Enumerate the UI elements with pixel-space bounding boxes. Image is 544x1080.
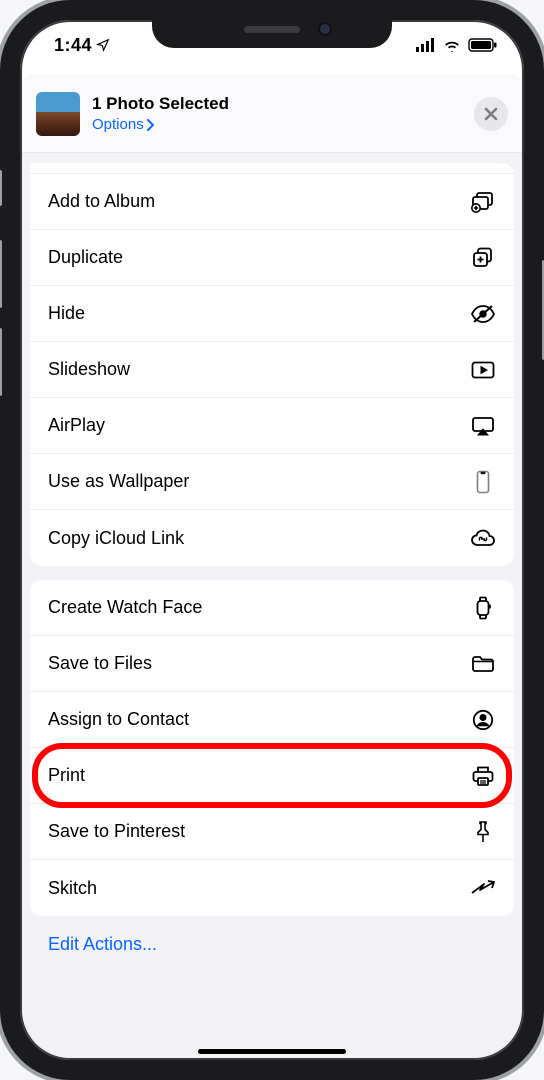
volume-down-button [0, 328, 2, 396]
actions-scroll[interactable]: Add to Album Duplicate H [20, 153, 524, 1060]
action-skitch[interactable]: Skitch [30, 860, 514, 916]
phone-device: 1:44 [0, 0, 544, 1080]
action-label: AirPlay [48, 415, 470, 436]
wallpaper-icon [470, 470, 496, 494]
action-label: Duplicate [48, 247, 470, 268]
skitch-icon [470, 879, 496, 897]
action-label: Copy iCloud Link [48, 528, 470, 549]
pin-icon [470, 820, 496, 844]
status-time: 1:44 [54, 35, 110, 56]
printer-icon [470, 765, 496, 787]
action-label: Skitch [48, 878, 470, 899]
chevron-right-icon [146, 119, 154, 131]
icloud-link-icon [470, 529, 496, 547]
action-save-to-pinterest[interactable]: Save to Pinterest [30, 804, 514, 860]
share-sheet: 1 Photo Selected Options Add [20, 74, 524, 1060]
hide-icon [470, 304, 496, 324]
options-label: Options [92, 116, 144, 133]
action-duplicate[interactable]: Duplicate [30, 230, 514, 286]
home-indicator[interactable] [198, 1049, 346, 1054]
action-group: Create Watch Face Save to Files [30, 580, 514, 916]
action-label: Slideshow [48, 359, 470, 380]
volume-up-button [0, 240, 2, 308]
action-label: Assign to Contact [48, 709, 470, 730]
action-use-as-wallpaper[interactable]: Use as Wallpaper [30, 454, 514, 510]
action-airplay[interactable]: AirPlay [30, 398, 514, 454]
cellular-icon [416, 38, 436, 52]
options-link[interactable]: Options [92, 116, 154, 133]
screen: 1:44 [20, 20, 524, 1060]
action-label: Add to Album [48, 191, 470, 212]
airplay-icon [470, 416, 496, 436]
action-save-to-files[interactable]: Save to Files [30, 636, 514, 692]
contact-icon [470, 709, 496, 731]
notch [152, 10, 392, 48]
action-assign-to-contact[interactable]: Assign to Contact [30, 692, 514, 748]
album-add-icon [470, 191, 496, 213]
folder-icon [470, 655, 496, 673]
speaker [244, 26, 300, 33]
play-rect-icon [470, 361, 496, 379]
action-label: Hide [48, 303, 470, 324]
action-label: Use as Wallpaper [48, 471, 470, 492]
action-label: Print [48, 765, 470, 786]
photo-thumbnail [36, 92, 80, 136]
battery-icon [468, 38, 498, 52]
action-slideshow[interactable]: Slideshow [30, 342, 514, 398]
action-label: Create Watch Face [48, 597, 470, 618]
close-button[interactable] [474, 97, 508, 131]
close-icon [484, 107, 498, 121]
action-add-to-album[interactable]: Add to Album [30, 174, 514, 230]
action-label: Save to Pinterest [48, 821, 470, 842]
action-copy-icloud-link[interactable]: Copy iCloud Link [30, 510, 514, 566]
status-time-text: 1:44 [54, 35, 92, 56]
action-group: Add to Album Duplicate H [30, 163, 514, 566]
mute-switch [0, 170, 2, 206]
duplicate-icon [470, 247, 496, 269]
front-camera [320, 24, 330, 34]
edit-actions-link[interactable]: Edit Actions... [30, 916, 514, 979]
share-sheet-header: 1 Photo Selected Options [20, 74, 524, 153]
wifi-icon [442, 38, 462, 52]
action-create-watch-face[interactable]: Create Watch Face [30, 580, 514, 636]
action-label: Save to Files [48, 653, 470, 674]
watch-icon [470, 596, 496, 620]
action-hide[interactable]: Hide [30, 286, 514, 342]
location-icon [96, 38, 110, 52]
action-print[interactable]: Print [30, 748, 514, 804]
edit-actions-label: Edit Actions... [48, 934, 157, 954]
share-title: 1 Photo Selected [92, 94, 229, 114]
